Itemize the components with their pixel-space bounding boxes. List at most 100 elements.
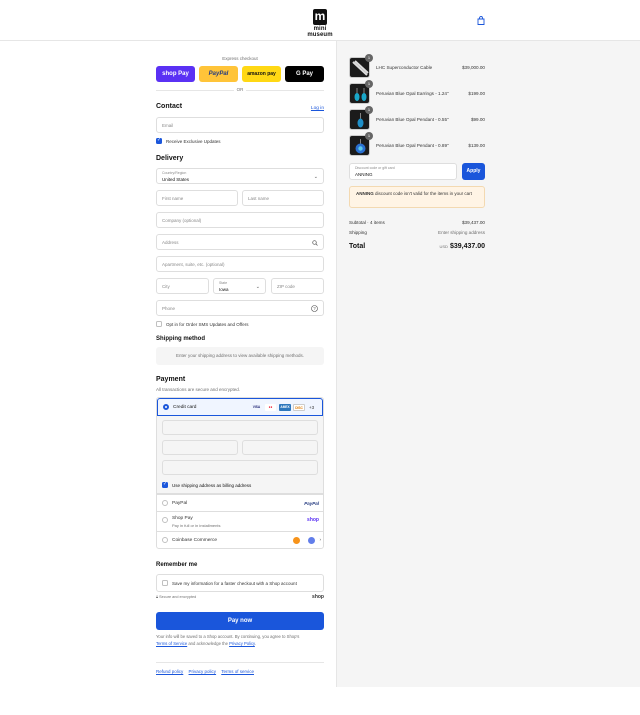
first-name-placeholder: First name [162, 196, 184, 201]
apartment-placeholder: Apartment, suite, etc. (optional) [162, 262, 225, 267]
shopping-bag-icon[interactable] [477, 16, 485, 25]
delivery-heading: Delivery [156, 155, 184, 162]
item-thumbnail: 1 [349, 54, 373, 78]
shipping-label: Shipping [349, 230, 367, 235]
country-select[interactable]: Country/Region United States ⌄ [156, 168, 324, 184]
state-select[interactable]: State Iowa ⌄ [213, 278, 266, 294]
security-code-field[interactable] [242, 440, 318, 455]
credit-card-radio[interactable] [163, 404, 169, 410]
email-field[interactable]: Email [156, 117, 324, 133]
apply-button[interactable]: Apply [462, 163, 485, 180]
apartment-field[interactable]: Apartment, suite, etc. (optional) [156, 256, 324, 272]
total-row: Total USD $39,437.00 [349, 243, 485, 250]
discount-code-input[interactable]: Discount code or gift card ANNING [349, 163, 457, 180]
expiration-field[interactable] [162, 440, 238, 455]
city-placeholder: City [162, 284, 170, 289]
coinbase-radio[interactable] [162, 537, 168, 543]
or-text: OR [234, 87, 246, 92]
item-name: LHC Superconductor Cable [376, 65, 433, 70]
subtotal-row: Subtotal · 4 items $39,437.00 [349, 220, 485, 225]
shipping-row: Shipping Enter shipping address [349, 230, 485, 235]
logo-text: mini museum [307, 26, 333, 38]
item-name: Peruvian Blue Opal Pendant - 0.55" [376, 117, 449, 122]
ethereum-icon [308, 537, 315, 544]
save-info-option[interactable]: Save my information for a faster checkou… [156, 574, 324, 592]
company-field[interactable]: Company (optional) [156, 212, 324, 228]
billing-label: Use shipping address as billing address [172, 483, 252, 488]
quantity-badge: 1 [365, 54, 373, 62]
shop-pay-button[interactable]: shop Pay [156, 66, 195, 82]
mastercard-icon: ●● [265, 404, 276, 411]
zip-placeholder: ZIP code [277, 284, 295, 289]
discount-warning: ANNING discount code isn't valid for the… [349, 186, 485, 208]
city-field[interactable]: City [156, 278, 209, 294]
paypal-logo: PayPal [304, 501, 319, 506]
coinbase-option[interactable]: Coinbase Commerce › [157, 531, 323, 549]
paypal-option[interactable]: PayPal PayPal [157, 494, 323, 511]
store-logo[interactable]: mini museum [301, 9, 339, 38]
item-price: $39,000.00 [462, 65, 485, 70]
state-label: State [219, 281, 228, 285]
chevron-down-icon: ⌄ [255, 284, 260, 290]
card-form: Use shipping address as billing address [157, 416, 323, 494]
item-name: Peruvian Blue Opal Earrings - 1.24" [376, 91, 449, 96]
email-placeholder: Email [162, 123, 174, 128]
item-name: Peruvian Blue Opal Pendant - 0.89" [376, 143, 449, 148]
address-field[interactable]: Address [156, 234, 324, 250]
pay-now-button[interactable]: Pay now [156, 612, 324, 630]
legal-end: . [254, 641, 257, 646]
paypal-radio[interactable] [162, 500, 168, 506]
zip-field[interactable]: ZIP code [271, 278, 324, 294]
payment-heading: Payment [156, 376, 186, 383]
payment-subtitle: All transactions are secure and encrypte… [156, 387, 241, 392]
shipping-method-message: Enter your shipping address to view avai… [156, 347, 324, 365]
item-price: $139.00 [468, 143, 485, 148]
privacy-policy-link[interactable]: Privacy policy [189, 669, 217, 674]
search-icon [312, 240, 318, 246]
shop-pay-subtitle: Pay in full or in installments [172, 523, 221, 528]
logo-mark-icon [313, 9, 327, 25]
help-icon[interactable]: ? [311, 305, 318, 312]
login-link[interactable]: Log in [311, 106, 324, 111]
or-divider: OR [156, 87, 324, 92]
last-name-field[interactable]: Last name [242, 190, 324, 206]
phone-field[interactable]: Phone ? [156, 300, 324, 316]
google-pay-button[interactable]: G Pay [285, 66, 324, 82]
paypal-button[interactable]: PayPal [199, 66, 238, 82]
first-name-field[interactable]: First name [156, 190, 238, 206]
quantity-badge: 1 [365, 132, 373, 140]
shop-pay-radio[interactable] [162, 517, 168, 523]
updates-label: Receive Exclusive Updates [166, 139, 221, 144]
privacy-link[interactable]: Privacy Policy [229, 641, 255, 646]
updates-checkbox[interactable] [156, 137, 162, 144]
legal-and: and acknowledge the [187, 641, 230, 646]
discover-icon: DISC [293, 404, 305, 411]
footer-divider [156, 662, 324, 663]
terms-of-service-link[interactable]: Terms of service [221, 669, 254, 674]
legal-text: Your info will be saved to a Shop accoun… [156, 633, 324, 647]
name-on-card-field[interactable] [162, 460, 318, 475]
amazon-pay-button[interactable]: amazon pay [242, 66, 281, 82]
state-value: Iowa [219, 287, 229, 292]
credit-card-label: Credit card [173, 405, 197, 410]
subtotal-label: Subtotal · 4 items [349, 220, 385, 225]
billing-checkbox[interactable] [162, 481, 168, 488]
refund-policy-link[interactable]: Refund policy [156, 669, 183, 674]
quantity-badge: 1 [365, 106, 373, 114]
svg-text:?: ? [313, 306, 316, 311]
legal-line: Your info will be saved to a Shop accoun… [156, 634, 300, 639]
country-label: Country/Region [162, 171, 187, 175]
shop-pay-option[interactable]: Shop Pay Pay in full or in installments … [157, 511, 323, 531]
sms-label: Opt in for Order SMS Updates and Offers [166, 322, 249, 327]
tos-link[interactable]: Terms of Service [156, 641, 187, 646]
express-checkout-label: Express checkout [222, 56, 258, 61]
warning-text: discount code isn't valid for the items … [373, 191, 472, 196]
save-info-checkbox[interactable] [162, 580, 168, 586]
company-placeholder: Company (optional) [162, 218, 202, 223]
card-number-field[interactable] [162, 420, 318, 435]
item-price: $199.00 [468, 91, 485, 96]
page-bottom [0, 687, 640, 715]
sms-checkbox[interactable] [156, 321, 162, 327]
credit-card-option[interactable]: Credit card VISA ●● AMEX DISC +3 [157, 398, 323, 416]
discount-value: ANNING [355, 172, 373, 177]
